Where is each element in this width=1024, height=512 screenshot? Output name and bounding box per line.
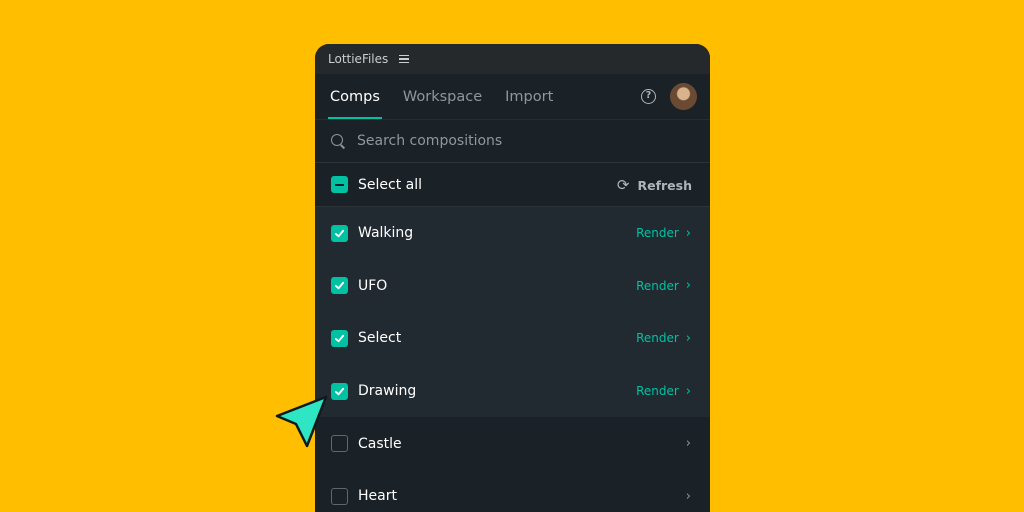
search-input[interactable] — [357, 133, 657, 149]
hamburger-menu-icon[interactable] — [399, 55, 410, 63]
avatar[interactable] — [670, 83, 697, 110]
chevron-right-icon[interactable]: › — [686, 470, 691, 512]
select-all-checkbox[interactable] — [331, 176, 348, 193]
render-button[interactable]: Render › — [636, 365, 691, 418]
comp-checkbox[interactable] — [331, 382, 348, 400]
list-item[interactable]: Select Render › — [315, 312, 710, 365]
lottiefiles-panel: LottieFiles Comps Workspace Import ? Sel… — [315, 44, 710, 512]
tab-workspace[interactable]: Workspace — [403, 74, 482, 119]
render-button[interactable]: Render › — [636, 207, 691, 260]
comp-name: UFO — [358, 277, 388, 294]
refresh-label: Refresh — [637, 177, 692, 193]
search-icon — [331, 133, 346, 149]
mouse-cursor-icon — [275, 395, 328, 448]
comp-name: Select — [358, 330, 402, 347]
comp-checkbox[interactable] — [331, 435, 348, 453]
tab-bar: Comps Workspace Import ? — [315, 74, 710, 119]
select-all-label: Select all — [358, 176, 422, 193]
chevron-right-icon: › — [685, 330, 691, 346]
chevron-right-icon: › — [685, 278, 691, 294]
render-button[interactable]: Render › — [636, 260, 691, 313]
comp-name: Walking — [358, 225, 414, 242]
comp-checkbox[interactable] — [331, 277, 348, 295]
list-item[interactable]: Walking Render › — [315, 207, 710, 260]
comp-checkbox[interactable] — [331, 329, 348, 347]
list-item[interactable]: Heart › — [315, 470, 710, 512]
list-item[interactable]: Drawing Render › — [315, 364, 710, 418]
list-item[interactable]: UFO Render › — [315, 259, 710, 313]
render-button[interactable]: Render › — [636, 312, 691, 365]
search-bar — [315, 119, 710, 163]
chevron-right-icon: › — [685, 383, 691, 399]
comp-checkbox[interactable] — [331, 224, 348, 242]
comps-list: Walking Render › UFO Render › Select Rende… — [315, 207, 710, 512]
refresh-button[interactable]: ⟳ Refresh — [617, 163, 692, 207]
comp-checkbox[interactable] — [331, 487, 348, 505]
comp-name: Drawing — [358, 383, 417, 400]
list-item[interactable]: Castle › — [315, 417, 710, 470]
tab-comps[interactable]: Comps — [328, 74, 382, 119]
refresh-icon: ⟳ — [616, 176, 630, 194]
help-icon[interactable]: ? — [641, 89, 656, 104]
comp-name: Heart — [358, 488, 397, 505]
select-all-row: Select all ⟳ Refresh — [315, 163, 710, 207]
chevron-right-icon[interactable]: › — [686, 417, 691, 470]
comp-name: Castle — [358, 435, 402, 452]
tab-import[interactable]: Import — [505, 74, 553, 119]
chevron-right-icon: › — [685, 225, 691, 241]
app-title: LottieFiles — [328, 52, 389, 66]
titlebar: LottieFiles — [315, 44, 710, 74]
